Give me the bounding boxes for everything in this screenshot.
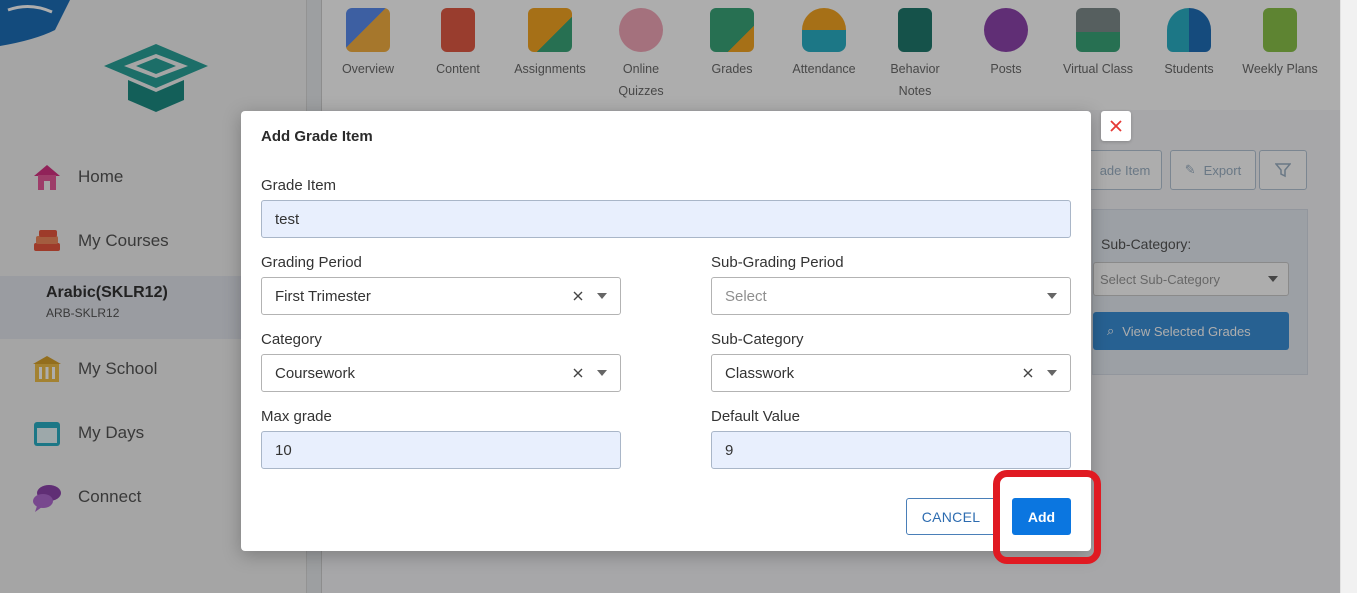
chevron-down-icon[interactable]	[597, 293, 607, 299]
select-value: First Trimester	[275, 287, 371, 305]
category-select[interactable]: Coursework	[261, 354, 621, 392]
input-value: test	[275, 210, 300, 228]
sub-category-label: Sub-Category	[711, 331, 804, 348]
input-value: 10	[275, 441, 292, 459]
clear-icon[interactable]	[571, 289, 585, 303]
max-grade-input[interactable]: 10	[261, 431, 621, 469]
category-label: Category	[261, 331, 322, 348]
close-icon	[1110, 120, 1122, 132]
grade-item-input[interactable]: test	[261, 200, 1071, 238]
add-grade-item-dialog: Add Grade Item Grade Item test Grading P…	[241, 111, 1091, 551]
clear-icon[interactable]	[571, 366, 585, 380]
chevron-down-icon[interactable]	[597, 370, 607, 376]
grade-item-label: Grade Item	[261, 177, 337, 194]
chevron-down-icon[interactable]	[1047, 293, 1057, 299]
sub-category-select[interactable]: Classwork	[711, 354, 1071, 392]
dialog-title: Add Grade Item	[261, 128, 373, 145]
sub-grading-period-label: Sub-Grading Period	[711, 254, 844, 271]
select-placeholder: Select	[725, 287, 767, 305]
select-value: Classwork	[725, 364, 795, 382]
button-label: CANCEL	[921, 508, 981, 525]
chevron-down-icon[interactable]	[1047, 370, 1057, 376]
select-value: Coursework	[275, 364, 356, 382]
cancel-button[interactable]: CANCEL	[906, 498, 996, 535]
sub-grading-period-select[interactable]: Select	[711, 277, 1071, 315]
add-button-highlight	[993, 470, 1101, 564]
default-value-input[interactable]: 9	[711, 431, 1071, 469]
close-dialog-button[interactable]	[1101, 111, 1131, 141]
grading-period-select[interactable]: First Trimester	[261, 277, 621, 315]
clear-icon[interactable]	[1021, 366, 1035, 380]
max-grade-label: Max grade	[261, 408, 332, 425]
default-value-label: Default Value	[711, 408, 800, 425]
grading-period-label: Grading Period	[261, 254, 362, 271]
input-value: 9	[725, 441, 734, 459]
page-scrollbar[interactable]	[1340, 0, 1357, 593]
